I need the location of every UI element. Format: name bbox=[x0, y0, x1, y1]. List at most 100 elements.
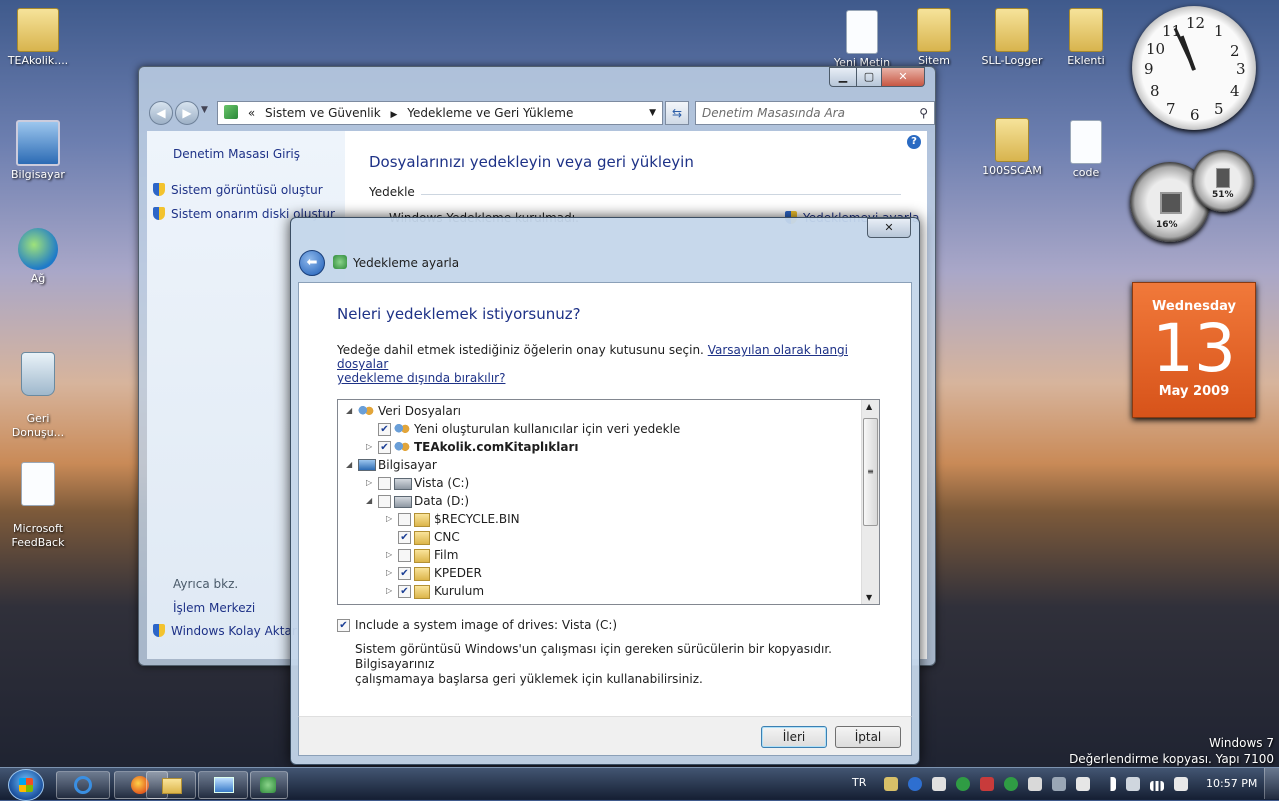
tree-item-label: Yeni oluşturulan kullanıcılar için veri … bbox=[414, 422, 681, 436]
recent-pages-chevron-icon[interactable]: ▼ bbox=[201, 105, 208, 115]
tree-item-checkbox[interactable] bbox=[378, 495, 391, 508]
tree-item[interactable]: ◢ Bilgisayar bbox=[338, 456, 858, 474]
tree-item[interactable]: ◢ Data (D:) bbox=[338, 492, 858, 510]
collapse-arrow-icon[interactable]: ◢ bbox=[366, 492, 375, 510]
tree-item-checkbox[interactable]: ✔ bbox=[398, 585, 411, 598]
action-center-flag-icon[interactable] bbox=[1076, 777, 1090, 791]
update-icon[interactable] bbox=[1004, 777, 1018, 791]
taskbar-internet-explorer[interactable] bbox=[56, 771, 110, 799]
usb-device-icon[interactable] bbox=[1028, 777, 1042, 791]
desktop-icon-new-text[interactable]: Yeni Metin bbox=[826, 10, 898, 70]
desktop-icon-label: SLL-Logger bbox=[981, 54, 1043, 67]
excluded-files-link-cont[interactable]: yedekleme dışında bırakılır? bbox=[337, 371, 505, 385]
tree-item-label: Kurulum bbox=[434, 584, 485, 598]
clock-gadget[interactable]: 12 1 2 3 4 5 6 7 8 9 10 11 bbox=[1132, 6, 1256, 130]
breadcrumb-prefix[interactable]: « bbox=[248, 106, 255, 120]
desktop-icon-teakolik[interactable]: TEAkolik.... bbox=[2, 8, 74, 68]
tree-item[interactable]: ✔ Yeni oluşturulan kullanıcılar için veri… bbox=[338, 420, 858, 438]
system-image-label[interactable]: Include a system image of drives: Vista … bbox=[355, 618, 617, 632]
collapse-arrow-icon[interactable]: ◢ bbox=[346, 456, 355, 474]
next-button[interactable]: İleri bbox=[761, 726, 827, 748]
tree-item[interactable]: ▷ ✔ TEAkolik.comKitaplıkları bbox=[338, 438, 858, 456]
navigation-bar: ◀ ▶ ▼ « Sistem ve Güvenlik ▶ Yedekleme v… bbox=[147, 101, 935, 125]
tree-item[interactable]: ▷ $RECYCLE.BIN bbox=[338, 510, 858, 528]
dialog-close-button[interactable]: ✕ bbox=[867, 218, 911, 238]
tree-item[interactable]: ✔ CNC bbox=[338, 528, 858, 546]
maximize-button[interactable]: ▢ bbox=[856, 67, 882, 87]
address-dropdown-icon[interactable]: ▼ bbox=[649, 102, 656, 124]
tree-item-checkbox[interactable] bbox=[398, 513, 411, 526]
easy-transfer-link[interactable]: Windows Kolay Aktarım bbox=[153, 624, 312, 638]
taskbar-remote-desktop[interactable] bbox=[198, 771, 248, 799]
dialog-back-button[interactable]: ⬅ bbox=[299, 250, 325, 276]
scroll-thumb[interactable]: ≡ bbox=[863, 418, 878, 526]
language-indicator[interactable]: TR bbox=[852, 776, 866, 789]
network-signal-icon[interactable] bbox=[1102, 777, 1116, 791]
bluetooth-icon[interactable] bbox=[908, 777, 922, 791]
taskbar-windows-explorer[interactable] bbox=[146, 771, 196, 799]
tree-item-checkbox[interactable]: ✔ bbox=[378, 441, 391, 454]
calendar-gadget[interactable]: Wednesday 13 May 2009 bbox=[1132, 282, 1256, 418]
tree-item[interactable]: ▷ ✔ Kurulum bbox=[338, 582, 858, 600]
scroll-down-arrow-icon[interactable]: ▼ bbox=[866, 593, 872, 602]
system-clock[interactable]: 10:57 PM bbox=[1206, 777, 1257, 790]
help-icon[interactable]: ? bbox=[907, 135, 921, 149]
tree-scrollbar[interactable]: ▲ ≡ ▼ bbox=[861, 400, 879, 604]
address-bar[interactable]: « Sistem ve Güvenlik ▶ Yedekleme ve Geri… bbox=[217, 101, 663, 125]
close-button[interactable]: ✕ bbox=[881, 67, 925, 87]
backup-items-tree[interactable]: ◢ Veri Dosyaları ✔ Yeni oluşturulan kullanı… bbox=[337, 399, 880, 605]
breadcrumb-item-backup[interactable]: Yedekleme ve Geri Yükleme bbox=[407, 106, 573, 120]
control-panel-home-link[interactable]: Denetim Masası Giriş bbox=[173, 147, 300, 161]
minimize-button[interactable]: ▁ bbox=[829, 67, 857, 87]
cancel-button[interactable]: İptal bbox=[835, 726, 901, 748]
search-input[interactable]: Denetim Masasında Ara ⚲ bbox=[695, 101, 935, 125]
expand-arrow-icon[interactable]: ▷ bbox=[386, 564, 395, 582]
tree-item[interactable]: ▷ Film bbox=[338, 546, 858, 564]
forward-arrow-icon[interactable]: ▶ bbox=[175, 101, 199, 125]
back-arrow-icon[interactable]: ◀ bbox=[149, 101, 173, 125]
search-icon[interactable]: ⚲ bbox=[919, 102, 928, 124]
start-button[interactable] bbox=[8, 769, 44, 801]
tree-item-checkbox[interactable]: ✔ bbox=[378, 423, 391, 436]
wireless-bars-icon[interactable] bbox=[1150, 781, 1164, 791]
expand-arrow-icon[interactable]: ▷ bbox=[386, 582, 395, 600]
memory-meter-gadget[interactable]: 51% bbox=[1192, 150, 1254, 212]
desktop-icon-sll-logger[interactable]: SLL-Logger bbox=[976, 8, 1048, 68]
desktop-icon-network[interactable]: Ağ bbox=[2, 228, 74, 286]
desktop-icon-eklenti[interactable]: Eklenti bbox=[1050, 8, 1122, 68]
action-center-link[interactable]: İşlem Merkezi bbox=[173, 601, 255, 615]
desktop-icon-100sscam[interactable]: 100SSCAM bbox=[976, 118, 1048, 178]
volume-speaker-icon[interactable] bbox=[1126, 777, 1140, 791]
desktop-icon-feedback[interactable]: Microsoft FeedBack bbox=[2, 448, 74, 564]
power-plug-icon[interactable] bbox=[932, 777, 946, 791]
tree-item[interactable]: ▷ ✔ KPEDER bbox=[338, 564, 858, 582]
show-desktop-button[interactable] bbox=[1264, 768, 1279, 799]
desktop-icon-code[interactable]: code bbox=[1050, 120, 1122, 180]
sync-icon[interactable] bbox=[956, 777, 970, 791]
tree-item-checkbox[interactable]: ✔ bbox=[398, 531, 411, 544]
expand-arrow-icon[interactable]: ▷ bbox=[366, 474, 375, 492]
taskbar-backup-restore[interactable] bbox=[250, 771, 288, 799]
tree-item[interactable]: ◢ Veri Dosyaları bbox=[338, 402, 858, 420]
tree-item-checkbox[interactable]: ✔ bbox=[398, 567, 411, 580]
expand-arrow-icon[interactable]: ▷ bbox=[366, 438, 375, 456]
breadcrumb-item-security[interactable]: Sistem ve Güvenlik bbox=[265, 106, 381, 120]
system-image-checkbox[interactable]: ✔ bbox=[337, 619, 350, 632]
tray-app-icon[interactable] bbox=[884, 777, 898, 791]
tree-item[interactable]: ▷ Vista (C:) bbox=[338, 474, 858, 492]
tree-item-checkbox[interactable] bbox=[398, 549, 411, 562]
expand-arrow-icon[interactable]: ▷ bbox=[386, 510, 395, 528]
desktop-icon-computer[interactable]: Bilgisayar bbox=[2, 120, 74, 182]
security-shield-icon[interactable] bbox=[980, 777, 994, 791]
desktop-icon-recycle-bin[interactable]: Geri Donuşu... bbox=[2, 338, 74, 454]
expand-arrow-icon[interactable]: ▷ bbox=[386, 546, 395, 564]
collapse-arrow-icon[interactable]: ◢ bbox=[346, 402, 355, 420]
speaker-icon[interactable] bbox=[1174, 777, 1188, 791]
refresh-button[interactable]: ⇆ bbox=[665, 101, 689, 125]
tree-item-checkbox[interactable] bbox=[378, 477, 391, 490]
desktop-icon-sitem[interactable]: Sitem bbox=[898, 8, 970, 68]
monitor-display-icon[interactable] bbox=[1052, 777, 1066, 791]
setup-backup-dialog[interactable]: ✕ ⬅ Yedekleme ayarla Neleri yedeklemek i… bbox=[290, 217, 920, 765]
create-system-image-link[interactable]: Sistem görüntüsü oluştur bbox=[153, 183, 323, 197]
scroll-up-arrow-icon[interactable]: ▲ bbox=[866, 402, 872, 411]
